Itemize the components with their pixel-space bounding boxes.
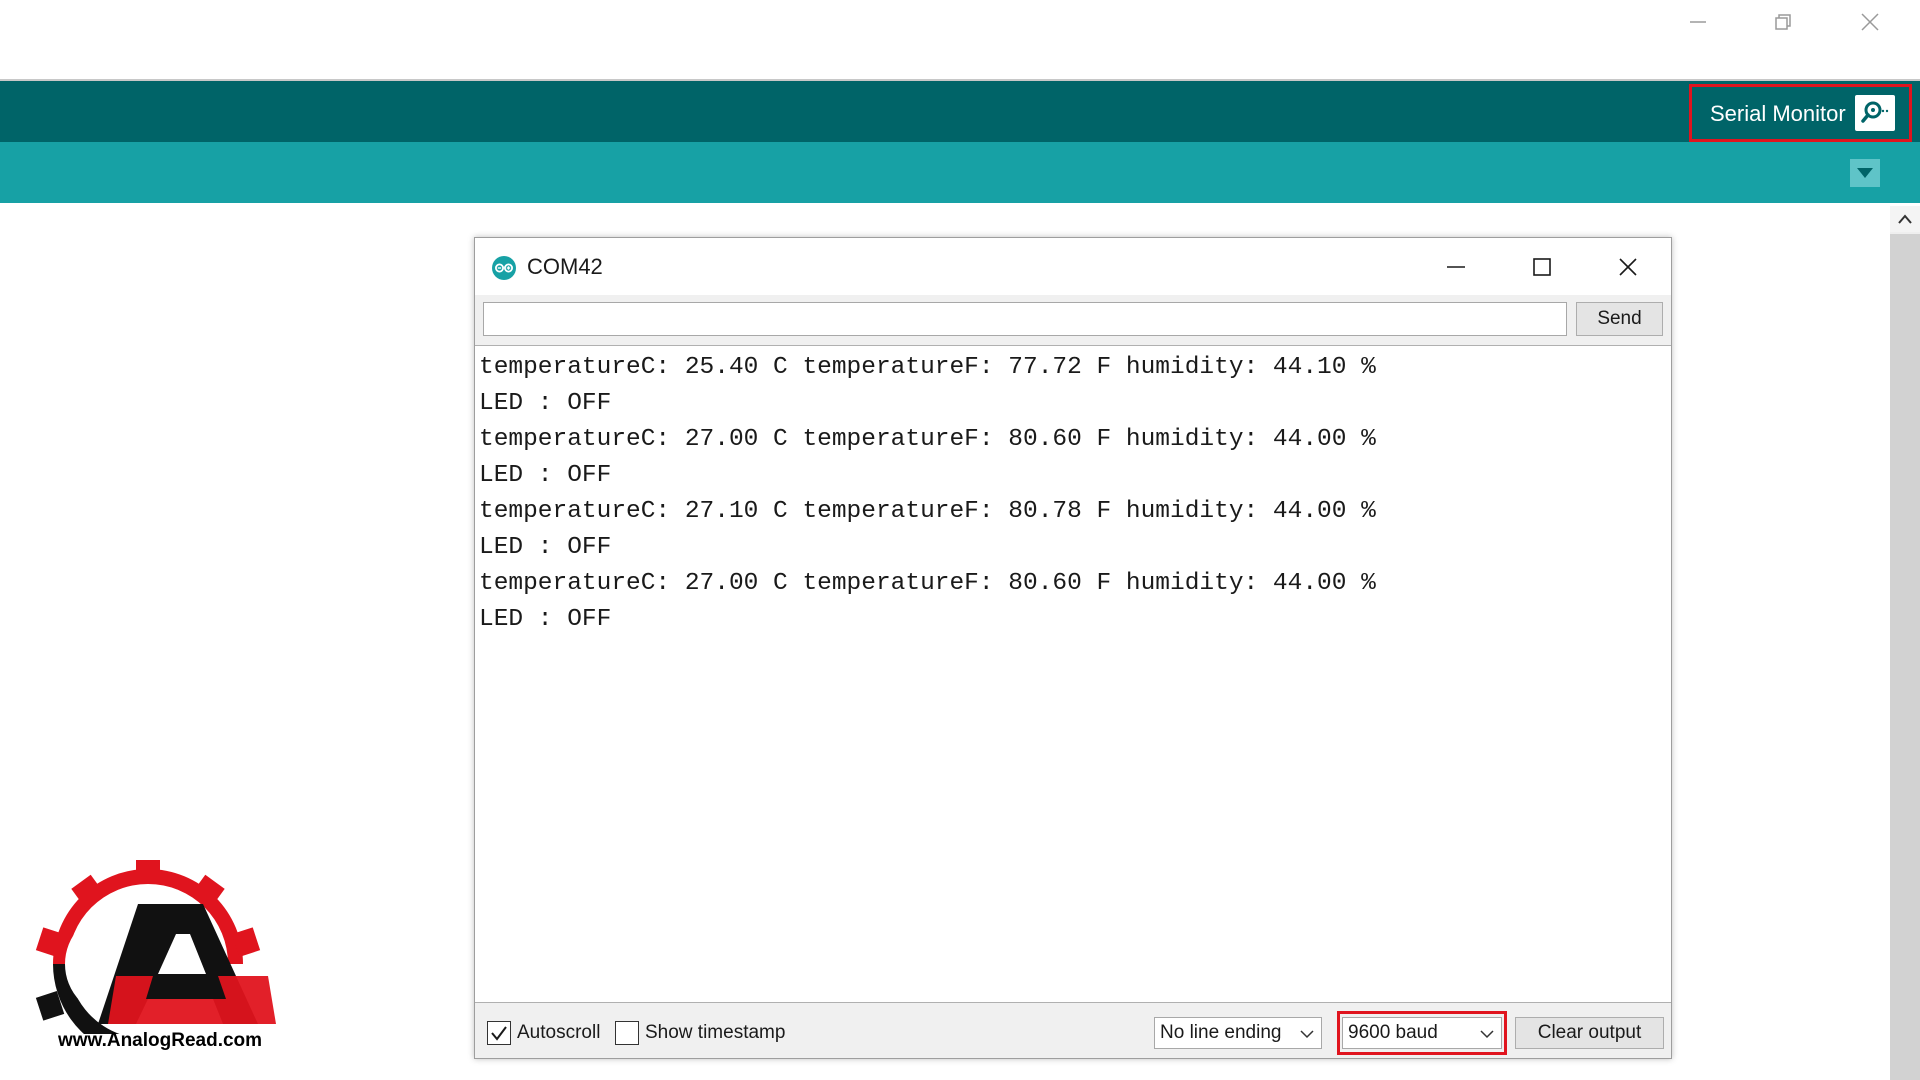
output-line: temperatureC: 25.40 C temperatureF: 77.7… <box>479 354 1376 381</box>
window-close-button[interactable] <box>1830 0 1910 44</box>
restore-icon <box>1775 14 1791 30</box>
ide-toolbar <box>0 81 1920 142</box>
chevron-up-icon <box>1898 214 1912 224</box>
checkmark-icon <box>491 1026 507 1041</box>
line-ending-select[interactable]: No line ending <box>1154 1017 1322 1049</box>
baud-rate-value: 9600 baud <box>1348 1022 1438 1043</box>
show-timestamp-label[interactable]: Show timestamp <box>645 1019 785 1047</box>
tab-menu-button[interactable] <box>1850 159 1880 187</box>
chevron-down-icon <box>1480 1030 1494 1039</box>
chevron-down-icon <box>1300 1030 1314 1039</box>
logo-text: www.AnalogRead.com <box>57 1030 263 1051</box>
serial-monitor-highlight <box>1689 84 1912 142</box>
arduino-logo-icon <box>492 256 516 280</box>
output-line: LED : OFF <box>479 534 612 561</box>
baud-rate-select[interactable]: 9600 baud <box>1342 1017 1502 1049</box>
triangle-down-icon <box>1857 168 1873 178</box>
window-minimize-button[interactable] <box>1658 0 1738 44</box>
show-timestamp-checkbox[interactable] <box>615 1021 639 1045</box>
monitor-titlebar: COM42 <box>475 238 1671 295</box>
autoscroll-checkbox[interactable] <box>487 1021 511 1045</box>
close-icon <box>1619 257 1637 276</box>
output-line: temperatureC: 27.00 C temperatureF: 80.6… <box>479 570 1376 597</box>
output-line: LED : OFF <box>479 390 612 417</box>
monitor-minimize-button[interactable] <box>1413 238 1499 295</box>
minimize-icon <box>1447 265 1465 268</box>
monitor-close-button[interactable] <box>1585 238 1671 295</box>
monitor-title: COM42 <box>527 254 603 279</box>
close-icon <box>1861 13 1879 31</box>
output-line: LED : OFF <box>479 462 612 489</box>
output-line: temperatureC: 27.10 C temperatureF: 80.7… <box>479 498 1376 525</box>
window-titlebar <box>0 0 1920 81</box>
send-button[interactable]: Send <box>1576 302 1663 336</box>
serial-monitor-window: COM42 Send temperatureC: 25.40 C tempera… <box>474 237 1672 1059</box>
gear-a-logo-icon <box>35 860 276 1074</box>
analogread-logo: www.AnalogRead.com <box>18 854 302 1074</box>
output-line: temperatureC: 27.00 C temperatureF: 80.6… <box>479 426 1376 453</box>
maximize-icon <box>1533 257 1551 276</box>
serial-output[interactable]: temperatureC: 25.40 C temperatureF: 77.7… <box>475 345 1671 1003</box>
send-input[interactable] <box>483 302 1567 336</box>
output-line: LED : OFF <box>479 606 612 633</box>
clear-output-button[interactable]: Clear output <box>1515 1017 1664 1049</box>
scroll-up-button[interactable] <box>1890 206 1920 232</box>
line-ending-value: No line ending <box>1160 1022 1282 1043</box>
scroll-thumb[interactable] <box>1890 234 1920 1080</box>
window-restore-button[interactable] <box>1743 0 1823 44</box>
autoscroll-label[interactable]: Autoscroll <box>517 1019 600 1047</box>
ide-tab-bar <box>0 142 1920 203</box>
monitor-maximize-button[interactable] <box>1499 238 1585 295</box>
minimize-icon <box>1690 21 1706 23</box>
